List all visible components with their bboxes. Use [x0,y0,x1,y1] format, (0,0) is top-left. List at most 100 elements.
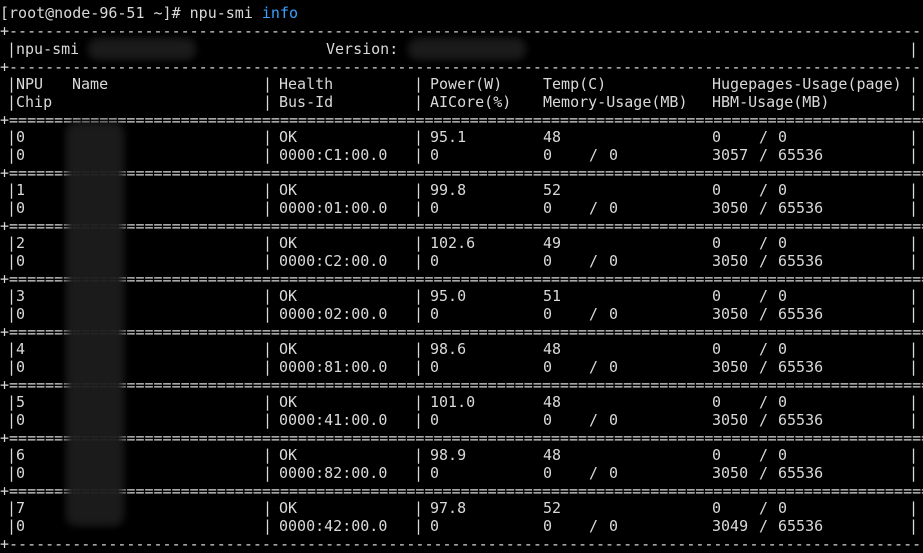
double-border: +=======================================… [0,429,923,447]
col-chip: Chip [16,93,53,111]
cell-memory-used: 0 [543,252,553,270]
col-hugepages-usage: Hugepages-Usage(page) [712,75,902,93]
cell-health: OK [279,446,298,464]
cell-temp: 48 [543,393,562,411]
cell-temp: 52 [543,499,562,517]
cell-hbm-total: 65536 [778,358,824,376]
cell-temp: 51 [543,287,562,305]
cell-power: 102.6 [430,234,476,252]
cell-hugepages-used: 0 [712,499,722,517]
redacted-tool-version [88,38,196,60]
cell-chip: 0 [16,252,26,270]
cell-hugepages-total: 0 [778,446,788,464]
cell-bus-id: 0000:81:00.0 [279,358,388,376]
redacted-version-value [408,38,526,60]
cell-hbm-total: 65536 [778,464,824,482]
cell-health: OK [279,340,298,358]
cell-memory-used: 0 [543,199,553,217]
header-right-pipe: | [909,40,919,58]
cell-hugepages-used: 0 [712,393,722,411]
cell-aicore: 0 [430,517,440,535]
cell-bus-id: 0000:C2:00.0 [279,252,388,270]
cell-hugepages-used: 0 [712,287,722,305]
cell-hbm-total: 65536 [778,199,824,217]
cell-chip: 0 [16,464,26,482]
cell-hugepages-used: 0 [712,446,722,464]
col-power: Power(W) [430,75,503,93]
prompt-user-host: [root@node-96-51 ~]# [0,4,181,22]
tool-label: npu-smi [16,40,80,58]
double-border: +=======================================… [0,482,923,500]
cell-hbm-total: 65536 [778,305,824,323]
cell-health: OK [279,499,298,517]
cell-chip: 0 [16,358,26,376]
cell-aicore: 0 [430,252,440,270]
cell-power: 97.8 [430,499,467,517]
cell-hbm-total: 65536 [778,411,824,429]
cell-chip: 0 [16,305,26,323]
cell-chip: 0 [16,146,26,164]
cell-hbm-used: 3050 [712,411,749,429]
cell-health: OK [279,128,298,146]
cell-npu: 1 [16,181,26,199]
cell-chip: 0 [16,199,26,217]
cell-hugepages-total: 0 [778,128,788,146]
cell-temp: 48 [543,446,562,464]
cell-power: 99.8 [430,181,467,199]
cell-hugepages-used: 0 [712,340,722,358]
cell-health: OK [279,234,298,252]
cell-bus-id: 0000:02:00.0 [279,305,388,323]
table-bottom-border: +---------------------------------------… [0,535,923,553]
cell-power: 95.1 [430,128,467,146]
cell-bus-id: 0000:41:00.0 [279,411,388,429]
cell-aicore: 0 [430,146,440,164]
cell-power: 95.0 [430,287,467,305]
cell-health: OK [279,287,298,305]
cell-hbm-used: 3050 [712,252,749,270]
cell-bus-id: 0000:01:00.0 [279,199,388,217]
header-left-pipe: | [7,40,17,58]
cell-temp: 48 [543,340,562,358]
command-prompt-line: [root@node-96-51 ~]# npu-smi info [0,4,298,22]
double-border: +=======================================… [0,164,923,182]
cell-hugepages-total: 0 [778,181,788,199]
cell-npu: 2 [16,234,26,252]
cell-power: 101.0 [430,393,476,411]
double-border: +=======================================… [0,323,923,341]
cell-memory-used: 0 [543,305,553,323]
cell-aicore: 0 [430,358,440,376]
col-bus-id: Bus-Id [279,93,334,111]
cell-memory-used: 0 [543,146,553,164]
cell-memory-total: 0 [609,464,619,482]
cell-memory-used: 0 [543,358,553,376]
cell-bus-id: 0000:42:00.0 [279,517,388,535]
cell-hbm-used: 3050 [712,358,749,376]
cell-npu: 7 [16,499,26,517]
cell-bus-id: 0000:C1:00.0 [279,146,388,164]
cell-memory-total: 0 [609,305,619,323]
cell-npu: 4 [16,340,26,358]
cell-chip: 0 [16,517,26,535]
cell-hugepages-used: 0 [712,128,722,146]
cell-hugepages-total: 0 [778,499,788,517]
cell-hugepages-total: 0 [778,287,788,305]
col-npu: NPU [16,75,44,93]
cell-hbm-total: 65536 [778,517,824,535]
cell-hbm-used: 3050 [712,305,749,323]
cell-hbm-used: 3050 [712,199,749,217]
terminal-window[interactable]: [root@node-96-51 ~]# npu-smi info +-----… [0,0,923,553]
cell-chip: 0 [16,411,26,429]
cell-memory-total: 0 [609,411,619,429]
cell-memory-used: 0 [543,411,553,429]
cell-power: 98.6 [430,340,467,358]
prompt-command: npu-smi [189,4,253,22]
col-aicore: AICore(%) [430,93,512,111]
cell-aicore: 0 [430,305,440,323]
cell-aicore: 0 [430,411,440,429]
version-label: Version: [326,40,399,58]
cell-memory-total: 0 [609,199,619,217]
cell-hugepages-total: 0 [778,340,788,358]
cell-hbm-total: 65536 [778,146,824,164]
cell-npu: 3 [16,287,26,305]
col-temp: Temp(C) [543,75,607,93]
